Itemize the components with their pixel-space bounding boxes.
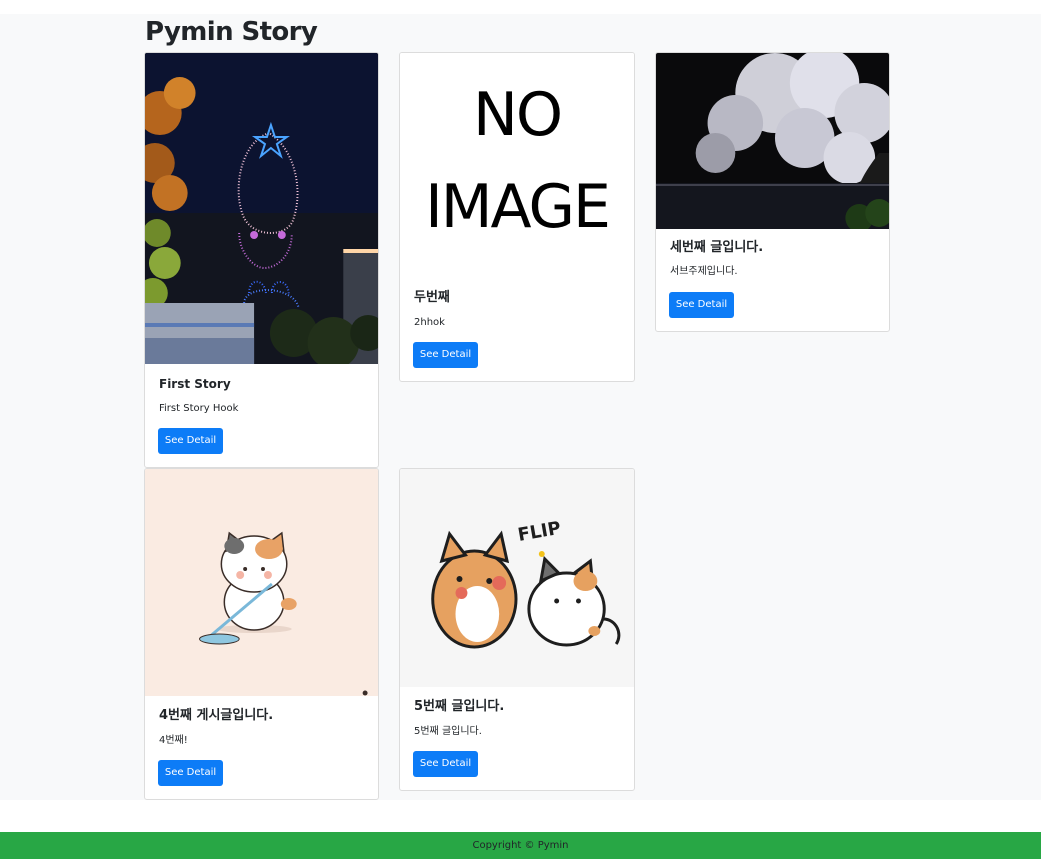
- see-detail-button[interactable]: See Detail: [413, 751, 478, 777]
- night-cherry-blossom-image: [656, 53, 889, 229]
- card-image: [145, 53, 378, 364]
- card-hook: 5번째 글입니다.: [414, 726, 482, 737]
- page-title: Pymin Story: [145, 17, 318, 47]
- story-card: 4번째 게시글입니다. 4번째! See Detail: [144, 468, 379, 800]
- copyright-text: Copyright © Pymin: [472, 840, 569, 851]
- cat-mopping-illustration: [145, 469, 378, 696]
- card-image: NO IMAGE: [400, 53, 634, 281]
- card-image: FLIP: [400, 469, 634, 687]
- footer: Copyright © Pymin: [0, 832, 1041, 859]
- card-title: 두번째: [414, 290, 450, 305]
- story-card: 세번째 글입니다. 서브주제입니다. See Detail: [655, 52, 890, 332]
- card-title: 세번째 글입니다.: [670, 240, 764, 255]
- story-card: First Story First Story Hook See Detail: [144, 52, 379, 468]
- no-image-text: NO: [472, 80, 563, 150]
- night-drone-show-image: [145, 53, 378, 364]
- card-hook: 4번째!: [159, 735, 188, 746]
- card-title: 4번째 게시글입니다.: [159, 708, 274, 723]
- dog-cat-flip-illustration: FLIP: [400, 469, 634, 687]
- card-title: 5번째 글입니다.: [414, 699, 505, 714]
- see-detail-button[interactable]: See Detail: [158, 760, 223, 786]
- see-detail-button[interactable]: See Detail: [413, 342, 478, 368]
- see-detail-button[interactable]: See Detail: [158, 428, 223, 454]
- card-hook: 서브주제입니다.: [670, 266, 738, 277]
- card-title: First Story: [159, 377, 231, 391]
- story-card: FLIP 5번째 글입니다. 5번째 글입니다. See Detail: [399, 468, 635, 791]
- main-content: Pymin Story First Story First Story Hook…: [0, 14, 1041, 800]
- card-image: [145, 469, 378, 696]
- story-card: NO IMAGE 두번째 2hhok See Detail: [399, 52, 635, 382]
- card-image: [656, 53, 889, 229]
- no-image-text: IMAGE: [425, 172, 611, 242]
- card-hook: 2hhok: [414, 317, 445, 328]
- see-detail-button[interactable]: See Detail: [669, 292, 734, 318]
- card-hook: First Story Hook: [159, 403, 239, 414]
